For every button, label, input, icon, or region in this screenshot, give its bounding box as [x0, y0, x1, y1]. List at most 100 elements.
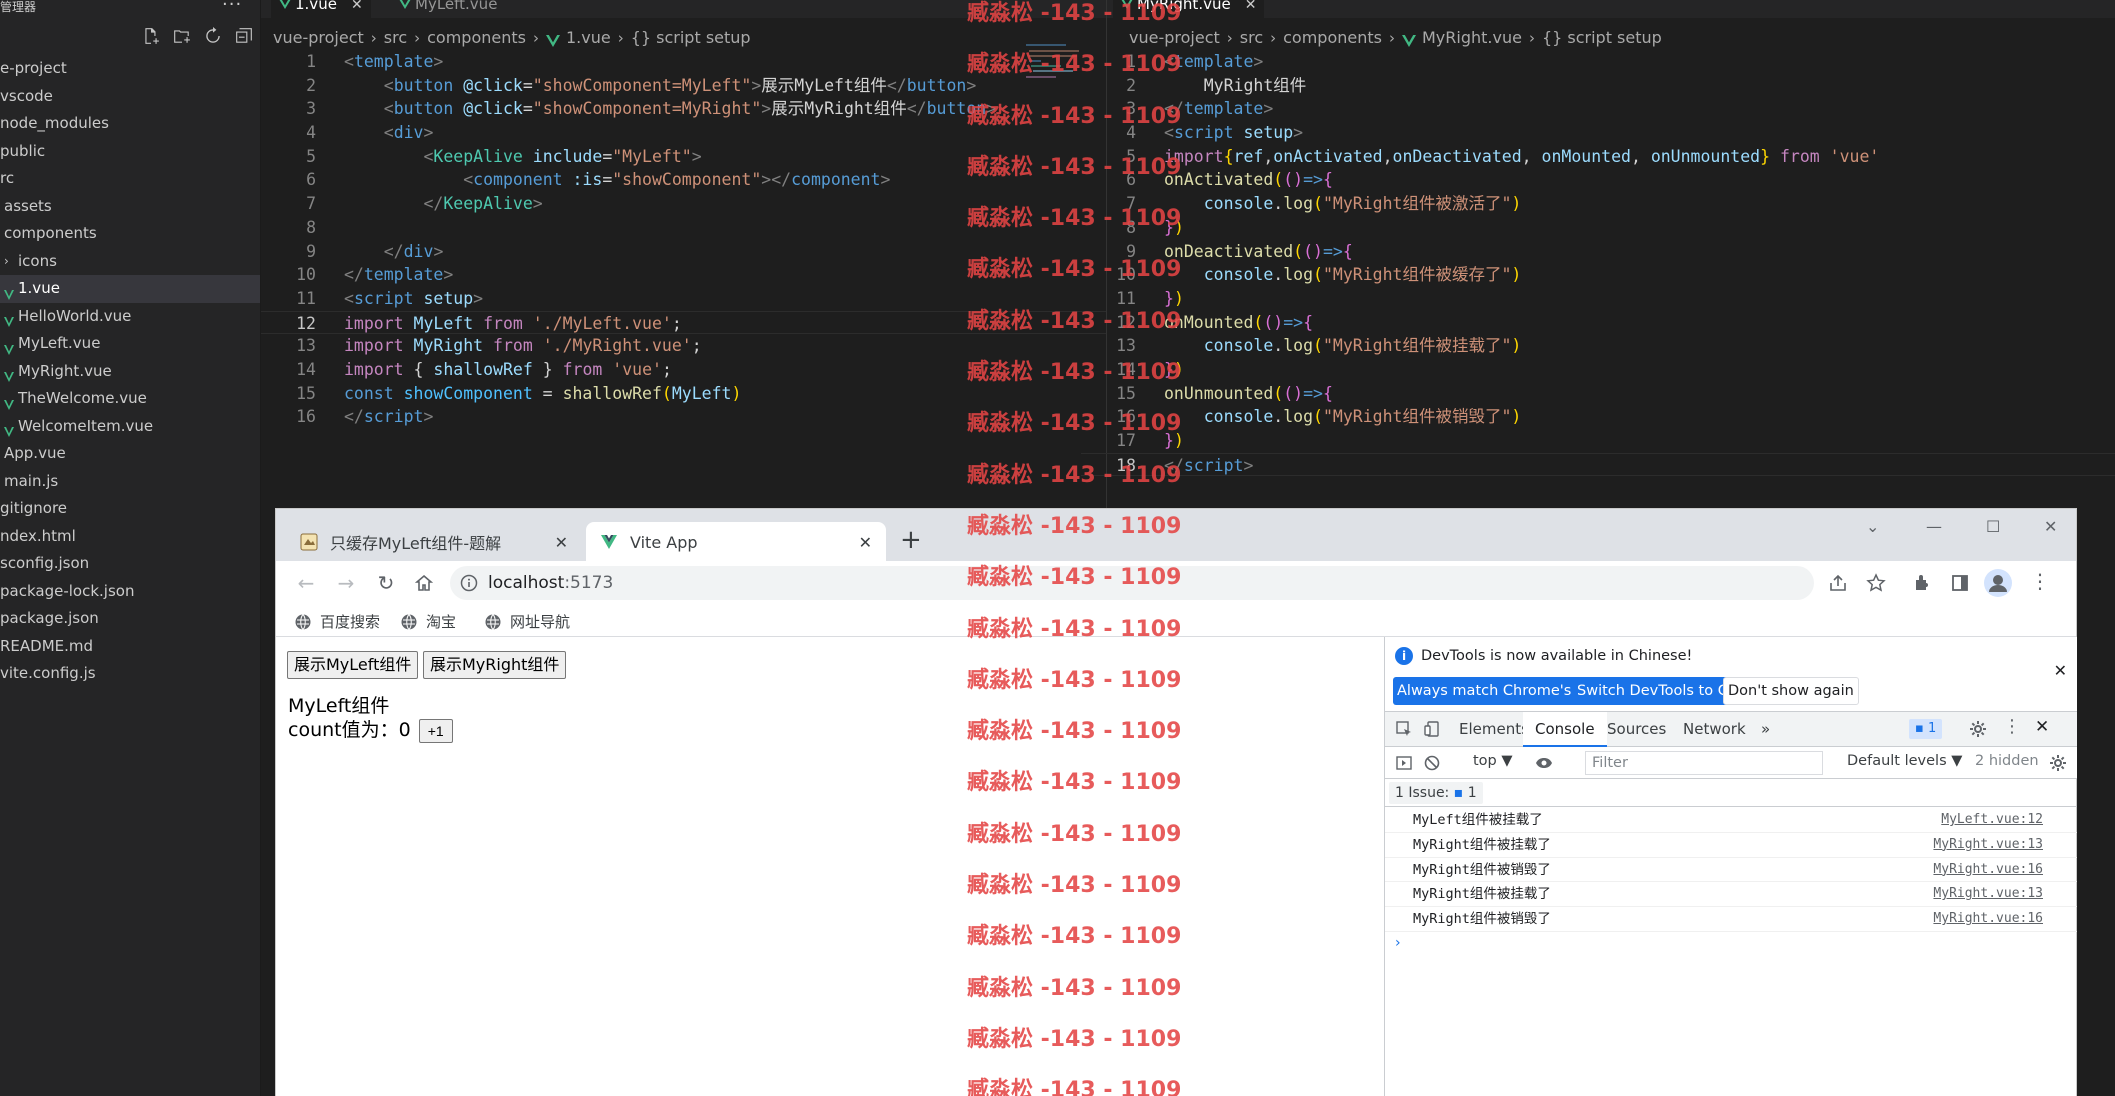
code-line[interactable]: 8}): [1081, 216, 2115, 240]
new-file-icon[interactable]: [142, 27, 160, 45]
tree-item[interactable]: package-lock.json: [0, 578, 260, 606]
code-line[interactable]: 1 <template>: [1081, 50, 2115, 74]
reload-icon[interactable]: ↻: [372, 569, 400, 597]
breadcrumb-segment[interactable]: components: [427, 26, 526, 50]
code-line[interactable]: 10 </template>: [261, 263, 1106, 287]
sidebar-toggle-icon[interactable]: [1395, 754, 1413, 772]
code-line[interactable]: 15 onUnmounted(()=>{: [1081, 382, 2115, 406]
console-source-link[interactable]: MyLeft.vue:12: [1941, 808, 2043, 833]
code-line[interactable]: 13 import MyRight from './MyRight.vue';: [261, 334, 1106, 358]
code-line[interactable]: 2 <button @click="showComponent=MyLeft">…: [261, 74, 1106, 98]
tab-network[interactable]: Network: [1671, 712, 1758, 746]
code-line[interactable]: 11 <script setup>: [261, 287, 1106, 311]
code-line[interactable]: 10 console.log("MyRight组件被缓存了"): [1081, 263, 2115, 287]
code-line[interactable]: 8: [261, 216, 1106, 240]
more-actions-icon[interactable]: ···: [222, 0, 242, 15]
inspect-element-icon[interactable]: [1395, 720, 1413, 738]
breadcrumb-segment[interactable]: 1.vue: [566, 26, 611, 50]
back-arrow-icon[interactable]: ←: [292, 569, 320, 597]
tree-item[interactable]: MyLeft.vue: [0, 330, 260, 358]
close-infobar-icon[interactable]: ✕: [2054, 661, 2067, 680]
code-line[interactable]: 16 console.log("MyRight组件被销毁了"): [1081, 405, 2115, 429]
tree-item[interactable]: HelloWorld.vue: [0, 303, 260, 331]
settings-gear-icon[interactable]: [1969, 720, 1987, 738]
tree-item[interactable]: rc: [0, 165, 260, 193]
tree-item[interactable]: node_modules: [0, 110, 260, 138]
console-source-link[interactable]: MyRight.vue:13: [1933, 833, 2043, 858]
share-icon[interactable]: [1828, 573, 1848, 593]
code-line[interactable]: 6 onActivated(()=>{: [1081, 168, 2115, 192]
home-icon[interactable]: [410, 569, 438, 597]
chrome-tab-vite-app[interactable]: Vite App ✕: [586, 522, 886, 562]
console-source-link[interactable]: MyRight.vue:16: [1933, 907, 2043, 932]
device-toolbar-icon[interactable]: [1423, 720, 1441, 738]
new-tab-button[interactable]: +: [900, 527, 922, 553]
console-source-link[interactable]: MyRight.vue:13: [1933, 882, 2043, 907]
tree-item[interactable]: 1.vue: [0, 275, 260, 303]
console-filter-input[interactable]: Filter: [1585, 751, 1823, 775]
issues-link[interactable]: 1 Issue: ▪ 1: [1389, 782, 1483, 804]
tree-item[interactable]: main.js: [0, 468, 260, 496]
extensions-icon[interactable]: [1912, 573, 1932, 593]
console-prompt[interactable]: ›: [1395, 935, 1401, 951]
forward-arrow-icon[interactable]: →: [332, 569, 360, 597]
chrome-tab-solution[interactable]: 只缓存MyLeft组件-题解 ✕: [286, 522, 582, 562]
collapse-all-icon[interactable]: [235, 27, 253, 45]
code-line[interactable]: 13 console.log("MyRight组件被挂载了"): [1081, 334, 2115, 358]
close-tab-icon[interactable]: ✕: [351, 0, 363, 13]
bookmark-taobao[interactable]: 淘宝: [400, 611, 456, 632]
code-line[interactable]: 5 <KeepAlive include="MyLeft">: [261, 145, 1106, 169]
log-levels-dropdown[interactable]: Default levels ▼: [1847, 753, 1962, 769]
code-line[interactable]: 15 const showComponent = shallowRef(MyLef…: [261, 382, 1106, 406]
close-tab-icon[interactable]: ✕: [555, 533, 568, 552]
close-devtools-icon[interactable]: ✕: [2035, 718, 2053, 736]
increment-button[interactable]: +1: [418, 718, 453, 743]
code-line[interactable]: 1 <template>: [261, 50, 1106, 74]
tab-sources[interactable]: Sources: [1595, 712, 1678, 746]
site-info-icon[interactable]: [460, 574, 478, 592]
chrome-menu-icon[interactable]: ⋮: [2030, 571, 2050, 591]
maximize-icon[interactable]: ☐: [1986, 517, 2000, 536]
breadcrumb-segment[interactable]: {} script setup: [1542, 26, 1662, 50]
tab-search-icon[interactable]: ⌄: [1866, 517, 1879, 536]
tree-item[interactable]: e-project: [0, 55, 260, 83]
code-line[interactable]: 18 </script>: [1081, 452, 2115, 477]
code-line[interactable]: 12 onMounted(()=>{: [1081, 311, 2115, 335]
profile-avatar[interactable]: [1984, 569, 2012, 597]
code-line[interactable]: 3 </template>: [1081, 97, 2115, 121]
devtools-menu-icon[interactable]: ⋮: [2003, 718, 2021, 736]
bookmark-nav[interactable]: 网址导航: [484, 611, 570, 632]
close-tab-icon[interactable]: ✕: [1245, 0, 1257, 13]
breadcrumb-segment[interactable]: MyRight.vue: [1422, 26, 1522, 50]
breadcrumb-segment[interactable]: components: [1283, 26, 1382, 50]
console-settings-gear-icon[interactable]: [2049, 754, 2067, 772]
tree-item[interactable]: vscode: [0, 83, 260, 111]
tree-item[interactable]: WelcomeItem.vue: [0, 413, 260, 441]
code-line[interactable]: 4 <script setup>: [1081, 121, 2115, 145]
show-myright-button[interactable]: 展示MyRight组件: [423, 651, 567, 679]
breadcrumb-segment[interactable]: vue-project: [273, 26, 364, 50]
tree-item[interactable]: TheWelcome.vue: [0, 385, 260, 413]
code-line[interactable]: 14}): [1081, 358, 2115, 382]
tab-1-vue[interactable]: 1.vue ✕: [271, 0, 371, 18]
code-line[interactable]: 12 import MyLeft from './MyLeft.vue';: [261, 310, 1106, 335]
tree-item[interactable]: MyRight.vue: [0, 358, 260, 386]
tree-item[interactable]: App.vue: [0, 440, 260, 468]
left-code[interactable]: 1 <template> 2 <button @click="showCompone…: [261, 50, 1106, 429]
tree-item[interactable]: sconfig.json: [0, 550, 260, 578]
bookmark-star-icon[interactable]: [1866, 573, 1886, 593]
live-expression-eye-icon[interactable]: [1535, 754, 1553, 772]
right-code[interactable]: 1 <template> 2 MyRight组件 3 </template> 4 <scri…: [1081, 50, 2115, 477]
tree-item[interactable]: assets: [0, 193, 260, 221]
tree-item[interactable]: components: [0, 220, 260, 248]
tree-item[interactable]: package.json: [0, 605, 260, 633]
tab-console[interactable]: Console: [1523, 712, 1607, 747]
clear-console-icon[interactable]: [1423, 754, 1441, 772]
code-line[interactable]: 14 import { shallowRef } from 'vue';: [261, 358, 1106, 382]
code-line[interactable]: 16 </script>: [261, 405, 1106, 429]
code-line[interactable]: 7 console.log("MyRight组件被激活了"): [1081, 192, 2115, 216]
tree-item[interactable]: vite.config.js: [0, 660, 260, 688]
breadcrumb-segment[interactable]: vue-project: [1129, 26, 1220, 50]
issues-badge[interactable]: ▪ 1: [1909, 719, 1943, 739]
code-line[interactable]: 7 </KeepAlive>: [261, 192, 1106, 216]
